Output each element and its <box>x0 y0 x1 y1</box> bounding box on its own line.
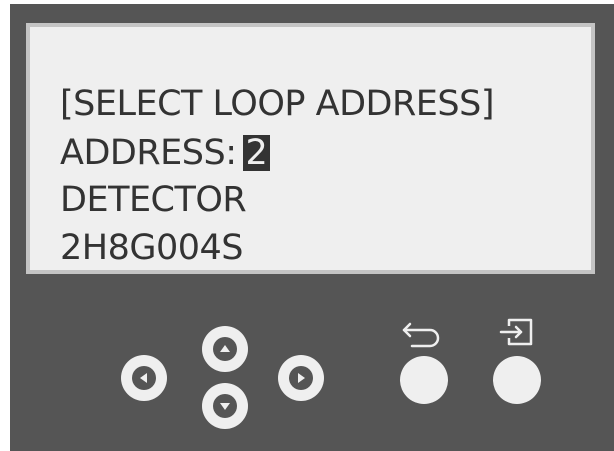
arrow-right-icon <box>289 366 313 390</box>
right-button[interactable] <box>278 355 324 401</box>
address-line: ADDRESS: 2 <box>60 132 271 174</box>
down-button[interactable] <box>202 383 248 429</box>
display-title: [SELECT LOOP ADDRESS] <box>60 84 495 124</box>
device-code: 2H8G004S <box>60 228 244 268</box>
address-label: ADDRESS: <box>60 133 237 173</box>
enter-icon <box>499 318 533 346</box>
device-type: DETECTOR <box>60 180 247 220</box>
up-button[interactable] <box>202 326 248 372</box>
arrow-down-icon <box>213 394 237 418</box>
arrow-up-icon <box>213 337 237 361</box>
control-panel: [SELECT LOOP ADDRESS] ADDRESS: 2 DETECTOR… <box>10 4 614 451</box>
arrow-left-icon <box>132 366 156 390</box>
back-icon <box>402 322 440 348</box>
address-value[interactable]: 2 <box>242 135 271 171</box>
enter-button[interactable] <box>493 356 541 404</box>
back-button[interactable] <box>400 356 448 404</box>
lcd-display: [SELECT LOOP ADDRESS] ADDRESS: 2 DETECTOR… <box>26 23 595 274</box>
left-button[interactable] <box>121 355 167 401</box>
